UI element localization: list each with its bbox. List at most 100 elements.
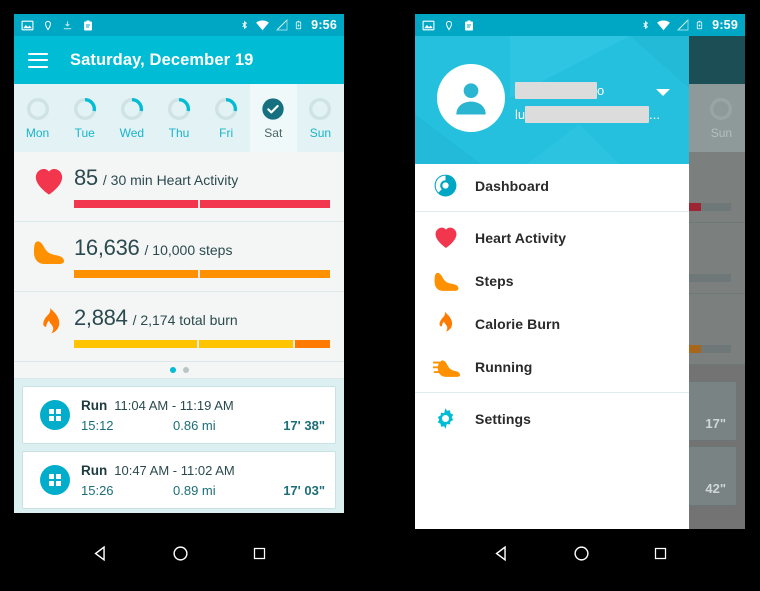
activity-grid-icon: [33, 464, 77, 496]
image-icon: [422, 20, 435, 30]
recents-square-icon[interactable]: [653, 546, 668, 561]
drawer-divider: [415, 211, 689, 212]
image-icon: [21, 20, 34, 30]
stat-goal: / 30 min Heart Activity: [102, 172, 239, 188]
stats-section: 85 / 30 min Heart Activity 16,636 / 10,0…: [14, 152, 344, 379]
drawer-item-running[interactable]: Running: [415, 345, 689, 388]
check-circle-icon: [262, 97, 284, 120]
day-label: Tue: [74, 125, 95, 140]
page-indicator: [14, 362, 344, 379]
shoe-icon: [433, 269, 475, 292]
battery-icon: [296, 20, 302, 30]
chevron-down-icon[interactable]: [655, 88, 671, 98]
scrim-day-sun: Sun: [698, 84, 745, 152]
drawer-item-dashboard[interactable]: Dashboard: [415, 164, 689, 207]
back-triangle-icon[interactable]: [92, 545, 109, 562]
account-name-fragment: o: [597, 82, 605, 98]
account-name-redacted: [515, 81, 597, 99]
activity-pace: 17": [705, 416, 726, 431]
navigation-drawer: o lu ... Dashboard Heart Activity Steps …: [415, 36, 689, 529]
status-icons-left: [21, 19, 240, 32]
avatar[interactable]: [437, 64, 505, 132]
status-time: 9:59: [712, 18, 738, 32]
progress-bar-steps: [74, 270, 330, 278]
day-label: Thu: [168, 125, 190, 140]
activity-pace: 42": [705, 481, 726, 496]
day-label: Mon: [25, 125, 50, 140]
activity-pace: 17' 03": [283, 482, 325, 498]
drawer-item-label: Dashboard: [475, 177, 550, 194]
status-icons-left: [422, 19, 641, 32]
drawer-account-info: o lu ...: [515, 80, 677, 124]
flame-icon: [433, 311, 475, 336]
android-nav-bar-left: [14, 529, 344, 577]
stat-body: 16,636 / 10,000 steps: [72, 235, 330, 278]
back-triangle-icon[interactable]: [493, 545, 510, 562]
home-circle-icon[interactable]: [172, 545, 189, 562]
status-bar-right: 9:59: [415, 14, 745, 36]
page-dot[interactable]: [182, 367, 189, 373]
activity-title: Run: [81, 397, 108, 413]
account-name-row: o: [515, 80, 677, 100]
day-fri[interactable]: Fri: [203, 84, 250, 152]
status-time: 9:56: [311, 18, 337, 32]
drawer-item-heart-activity[interactable]: Heart Activity: [415, 216, 689, 259]
drawer-item-steps[interactable]: Steps: [415, 259, 689, 302]
progress-ring-icon: [215, 97, 238, 120]
account-email-suffix: ...: [649, 106, 660, 122]
drawer-menu: Dashboard Heart Activity Steps Calorie B…: [415, 164, 689, 440]
heart-icon: [26, 165, 72, 196]
page-title: Saturday, December 19: [70, 50, 254, 69]
app-bar-left: Saturday, December 19: [14, 36, 344, 84]
drawer-item-label: Settings: [475, 410, 532, 427]
stat-body: 85 / 30 min Heart Activity: [72, 165, 330, 208]
stat-goal: / 2,174 total burn: [132, 312, 238, 328]
activity-list: Run 11:04 AM - 11:19 AM 15:12 0.86 mi 17…: [14, 379, 344, 513]
day-label: Sat: [264, 125, 283, 140]
activity-time-range: 10:47 AM - 11:02 AM: [114, 462, 235, 478]
day-wed[interactable]: Wed: [108, 84, 155, 152]
stat-card-steps[interactable]: 16,636 / 10,000 steps: [14, 222, 344, 292]
status-bar-left: 9:56: [14, 14, 344, 36]
progress-ring-icon: [26, 97, 49, 120]
day-tue[interactable]: Tue: [61, 84, 108, 152]
recents-square-icon[interactable]: [252, 546, 267, 561]
activity-distance: 0.89 mi: [173, 482, 216, 498]
drawer-header[interactable]: o lu ...: [415, 36, 689, 164]
status-icons-right: 9:59: [641, 18, 738, 32]
day-sat[interactable]: Sat: [249, 84, 297, 152]
drawer-item-label: Heart Activity: [475, 229, 567, 246]
progress-ring-icon: [73, 97, 96, 120]
signal-off-icon: [677, 18, 689, 31]
home-circle-icon[interactable]: [573, 545, 590, 562]
wifi-icon: [657, 20, 671, 31]
running-shoe-icon: [433, 355, 475, 378]
page-dot-active[interactable]: [169, 367, 176, 373]
day-mon[interactable]: Mon: [14, 84, 61, 152]
download-icon: [63, 20, 72, 29]
stat-card-heart[interactable]: 85 / 30 min Heart Activity: [14, 152, 344, 222]
activity-duration: 15:26: [81, 482, 114, 498]
activity-row[interactable]: Run 10:47 AM - 11:02 AM 15:26 0.89 mi 17…: [22, 451, 336, 509]
stat-value: 2,884: [74, 305, 128, 330]
progress-ring-icon: [120, 97, 143, 120]
hamburger-icon[interactable]: [28, 52, 48, 68]
day-label: Fri: [219, 125, 234, 140]
day-sun[interactable]: Sun: [297, 84, 344, 152]
drawer-divider: [415, 392, 689, 393]
activity-duration: 15:12: [81, 417, 114, 433]
phone-left: 9:56 Saturday, December 19 Mon Tue Wed T…: [14, 14, 344, 577]
wifi-icon: [256, 20, 270, 31]
stat-body: 2,884 / 2,174 total burn: [72, 305, 330, 348]
dashboard-icon: [433, 173, 475, 198]
day-thu[interactable]: Thu: [155, 84, 202, 152]
drawer-item-settings[interactable]: Settings: [415, 397, 689, 440]
account-email-prefix: lu: [515, 106, 526, 122]
drawer-item-calorie-burn[interactable]: Calorie Burn: [415, 302, 689, 345]
account-email-row: lu ...: [515, 104, 677, 124]
activity-time-range: 11:04 AM - 11:19 AM: [114, 397, 234, 413]
heart-icon: [433, 226, 475, 249]
shoe-icon: [26, 235, 72, 265]
stat-card-calorie[interactable]: 2,884 / 2,174 total burn: [14, 292, 344, 362]
activity-row[interactable]: Run 11:04 AM - 11:19 AM 15:12 0.86 mi 17…: [22, 386, 336, 444]
